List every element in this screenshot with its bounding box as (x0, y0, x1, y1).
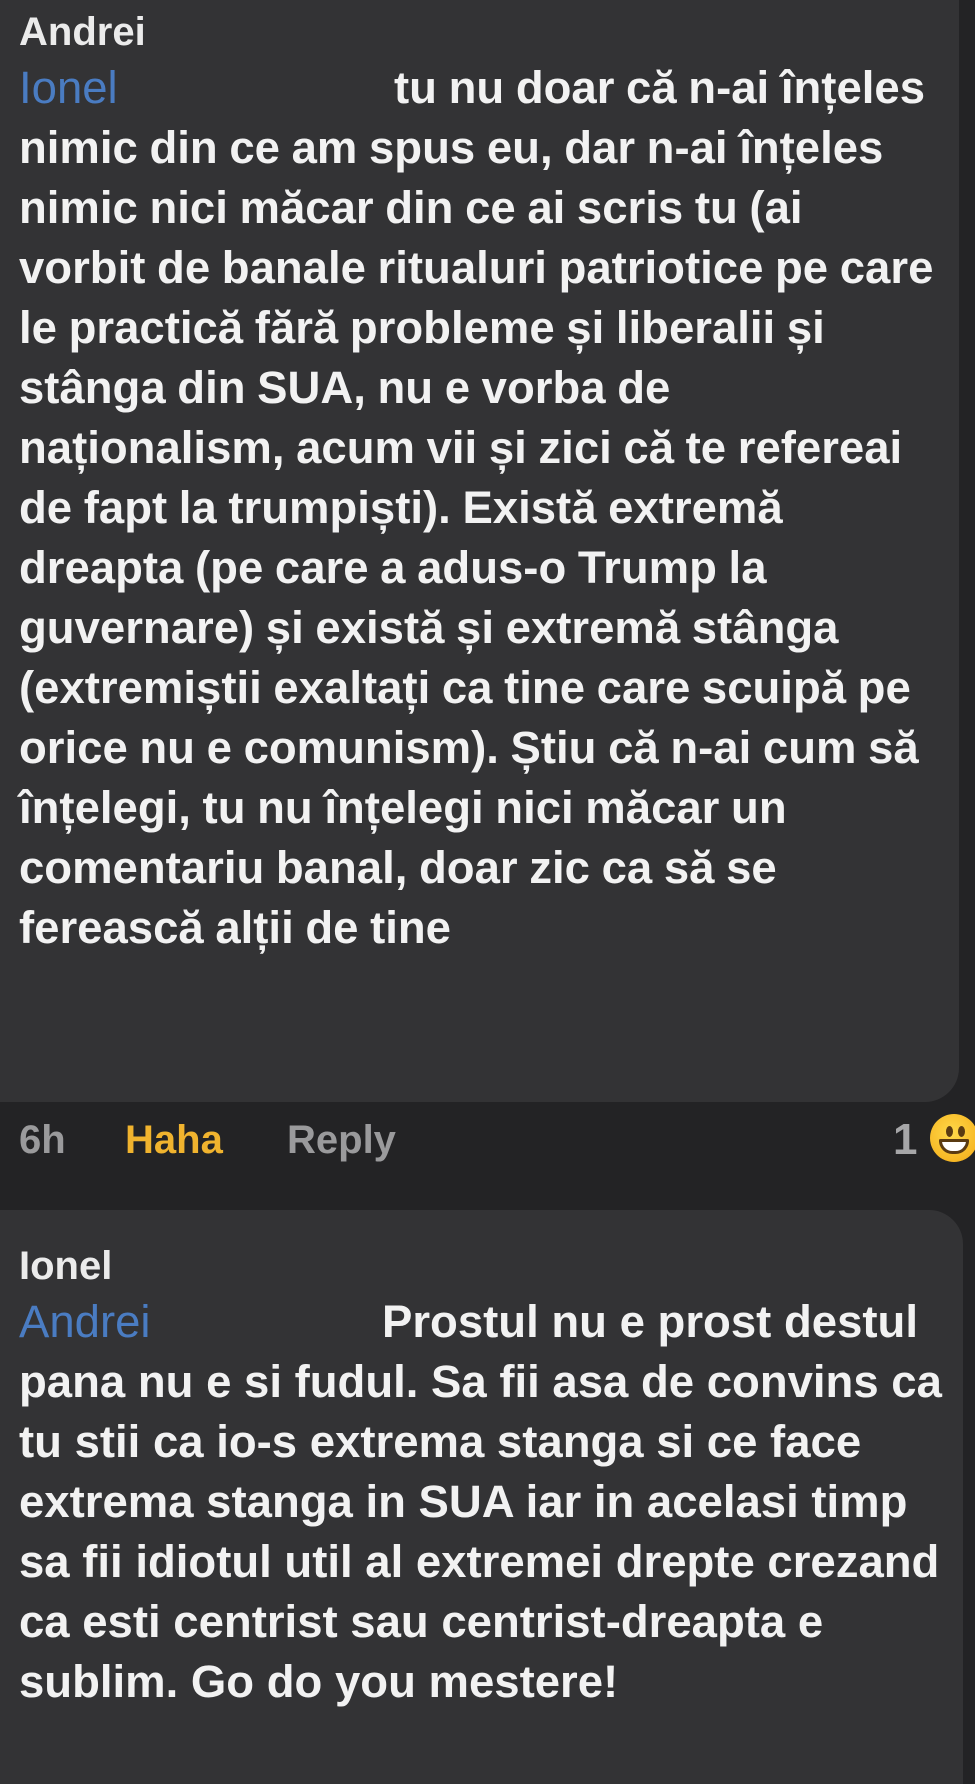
comment-text-rest: înțeles nimic din ce am spus eu, dar n-a… (19, 62, 934, 953)
comment-bubble-ionel: Ionel Andrei Prostul nu e prost destul pa… (0, 1210, 963, 1784)
grinning-face-icon[interactable] (930, 1114, 975, 1162)
comment-text-first-line: Prostul nu e prost (382, 1296, 772, 1347)
comment-text-first-line: tu nu doar că n-ai (394, 62, 770, 113)
emoji-eye-left (946, 1126, 953, 1137)
reply-button[interactable]: Reply (287, 1116, 396, 1164)
emoji-eye-right (958, 1126, 965, 1137)
comment-thread: Andrei Ionel tu nu doar că n-ai înțeles n… (0, 0, 975, 1784)
comment-bubble-andrei: Andrei Ionel tu nu doar că n-ai înțeles n… (0, 0, 959, 1102)
comment-timestamp[interactable]: 6h (19, 1116, 66, 1164)
mention-link[interactable]: Andrei (19, 1292, 382, 1352)
reaction-count[interactable]: 1 (893, 1116, 917, 1164)
emoji-mouth (939, 1139, 969, 1154)
comment-author[interactable]: Andrei (19, 6, 939, 58)
comment-text: Andrei Prostul nu e prost destul pana nu … (19, 1292, 943, 1712)
comment-text: Ionel tu nu doar că n-ai înțeles nimic di… (19, 58, 939, 958)
comment-actions: 6h Haha Reply 1 (0, 1112, 975, 1168)
haha-reaction-button[interactable]: Haha (125, 1116, 223, 1164)
comment-text-rest: destul pana nu e si fudul. Sa fii asa de… (19, 1296, 942, 1707)
comment-author[interactable]: Ionel (19, 1240, 943, 1292)
mention-link[interactable]: Ionel (19, 58, 394, 118)
